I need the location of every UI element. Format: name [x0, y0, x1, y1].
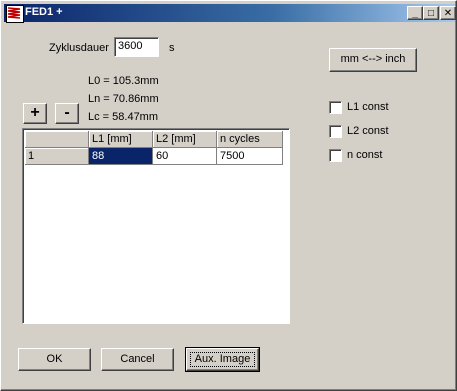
- cycle-unit-label: s: [169, 42, 175, 54]
- l2-const-label: L2 const: [347, 125, 389, 137]
- cycle-duration-label: Zyklusdauer: [49, 42, 109, 54]
- n-const-checkbox[interactable]: [329, 149, 342, 162]
- cancel-button[interactable]: Cancel: [101, 348, 174, 371]
- table-cell-n-cycles[interactable]: 7500: [217, 148, 283, 165]
- data-grid[interactable]: L1 [mm] L2 [mm] n cycles 1 88 60 7500: [22, 128, 290, 324]
- grid-corner-header[interactable]: [25, 131, 89, 148]
- column-header-l2[interactable]: L2 [mm]: [153, 131, 217, 148]
- close-button[interactable]: ✕: [440, 6, 456, 20]
- l1-const-checkbox[interactable]: [329, 101, 342, 114]
- focus-rectangle: [190, 352, 255, 367]
- table-cell-l1[interactable]: 88: [89, 148, 153, 165]
- remove-row-button[interactable]: -: [55, 103, 79, 124]
- title-bar[interactable]: FED1 + _ □ ✕: [4, 4, 456, 23]
- ok-button[interactable]: OK: [18, 348, 91, 371]
- add-row-button[interactable]: +: [23, 103, 47, 124]
- column-header-n-cycles[interactable]: n cycles: [217, 131, 283, 148]
- n-const-label: n const: [347, 149, 383, 161]
- l0-readout: L0 = 105.3mm: [88, 75, 159, 87]
- dialog-window: FED1 + _ □ ✕ Zyklusdauer 3600 s L0 = 105…: [0, 0, 457, 391]
- minimize-button[interactable]: _: [407, 6, 423, 20]
- lc-readout: Lc = 58.47mm: [88, 111, 159, 123]
- ln-readout: Ln = 70.86mm: [88, 93, 159, 105]
- l2-const-checkbox[interactable]: [329, 125, 342, 138]
- table-cell-l2[interactable]: 60: [153, 148, 217, 165]
- row-header[interactable]: 1: [25, 148, 89, 165]
- aux-image-button[interactable]: Aux. Image: [185, 347, 260, 372]
- column-header-l1[interactable]: L1 [mm]: [89, 131, 153, 148]
- spring-icon: [6, 5, 24, 23]
- cycle-duration-input[interactable]: 3600: [114, 37, 159, 57]
- l1-const-label: L1 const: [347, 101, 389, 113]
- maximize-button[interactable]: □: [423, 6, 439, 20]
- unit-toggle-button[interactable]: mm <--> inch: [329, 48, 417, 72]
- window-title: FED1 +: [25, 6, 63, 18]
